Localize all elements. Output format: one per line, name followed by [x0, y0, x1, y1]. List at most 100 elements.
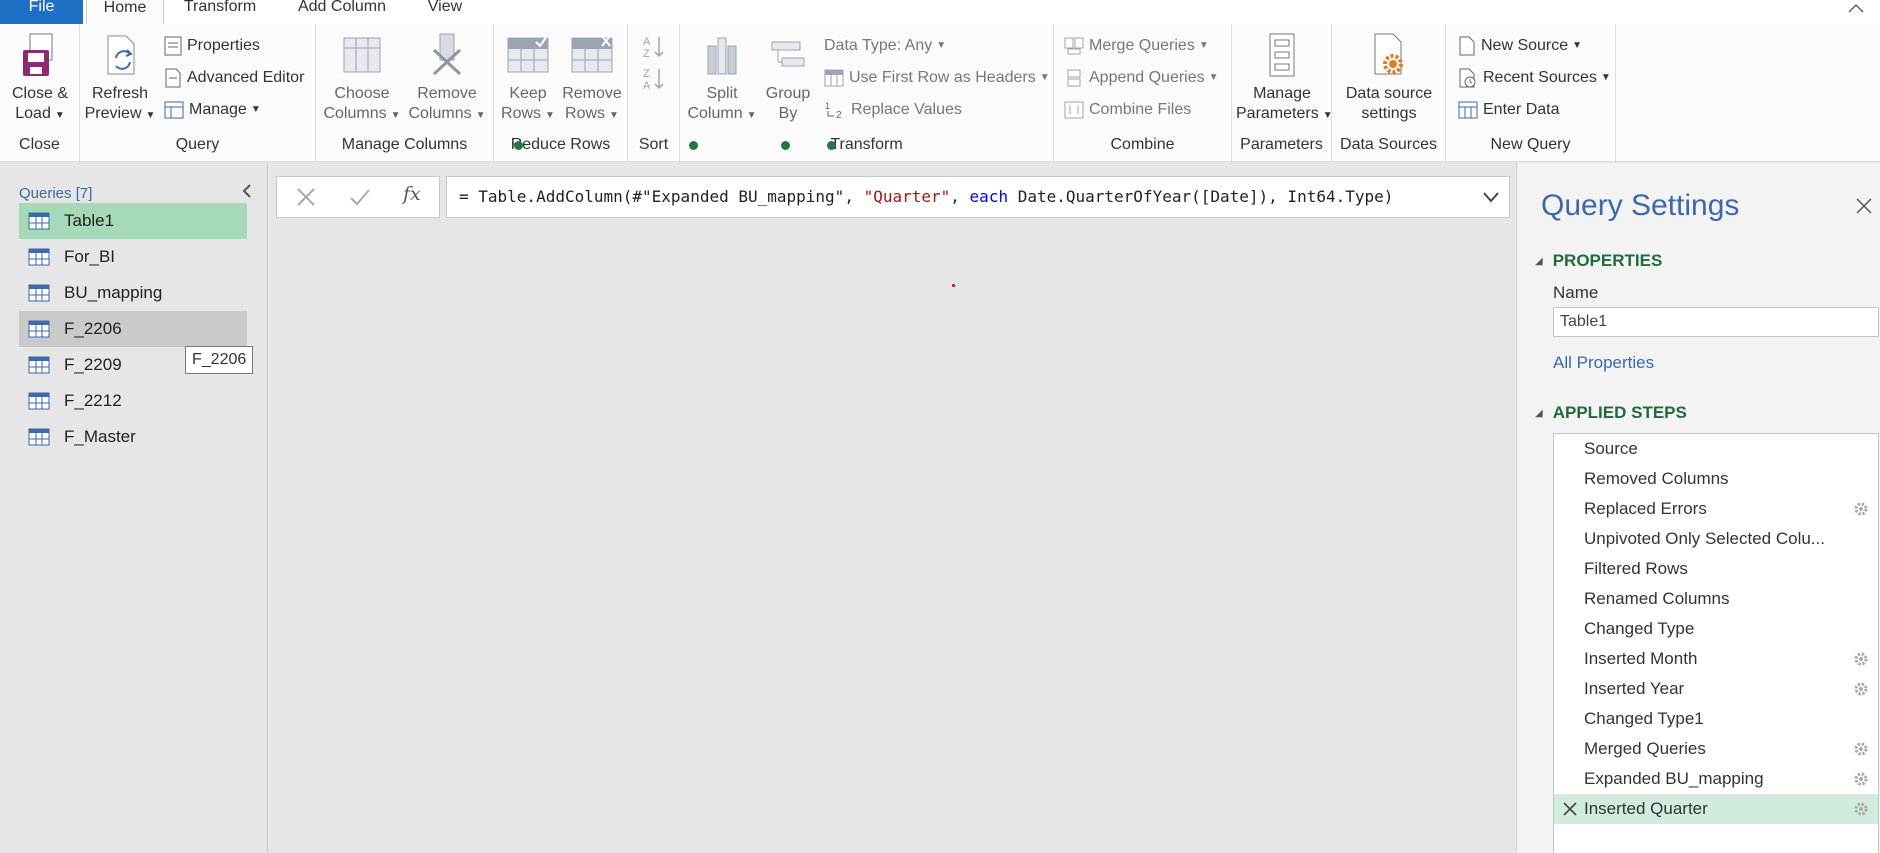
applied-step[interactable]: Source [1554, 434, 1878, 464]
query-item-label: F_2212 [64, 391, 122, 410]
all-properties-link[interactable]: All Properties [1553, 353, 1654, 373]
close-icon[interactable] [1855, 197, 1873, 215]
append-queries-button[interactable]: Append Queries ▼ [1064, 66, 1219, 90]
new-source-button[interactable]: New Source ▼ [1458, 34, 1582, 58]
group-label-combine: Combine [1110, 136, 1175, 153]
applied-step[interactable]: Changed Type1 [1554, 704, 1878, 734]
applied-step[interactable]: Unpivoted Only Selected Colu... [1554, 524, 1878, 554]
query-item[interactable]: F_2212 [19, 383, 247, 419]
data-source-settings-label-1: Data source [1345, 85, 1433, 102]
recent-sources-button[interactable]: Recent Sources ▼ [1458, 66, 1611, 90]
query-item[interactable]: For_BI [19, 239, 247, 275]
group-label-parameters: Parameters [1240, 136, 1323, 153]
combine-files-icon [1064, 101, 1084, 119]
applied-steps-heading[interactable]: ◢ APPLIED STEPS [1535, 403, 1687, 423]
cancel-formula-icon[interactable] [293, 184, 319, 210]
applied-step[interactable]: Removed Columns [1554, 464, 1878, 494]
group-by-label-2: By [778, 105, 798, 122]
remove-rows-button[interactable]: Remove Rows ▼ [560, 32, 624, 126]
group-transform: Split Column ▼ Group By Data Type: Any ▼ U… [680, 24, 1054, 162]
enter-data-button[interactable]: Enter Data [1458, 98, 1559, 122]
table-icon [28, 428, 50, 446]
query-item[interactable]: Table1 [19, 203, 247, 239]
query-item[interactable]: BU_mapping [19, 275, 247, 311]
close-load-label-1: Close & [11, 85, 69, 102]
manage-parameters-button[interactable]: Manage Parameters ▼ [1236, 32, 1333, 126]
queries-pane: Queries [7] Table1 For_BI BU_mapping F_2… [0, 163, 268, 853]
sort-descending-icon[interactable]: Z A [642, 66, 666, 92]
applied-step[interactable]: Inserted Year [1554, 674, 1878, 704]
delete-step-icon[interactable] [1562, 801, 1578, 817]
tab-view[interactable]: View [420, 0, 470, 24]
applied-step[interactable]: Filtered Rows [1554, 554, 1878, 584]
applied-step[interactable]: Changed Type [1554, 614, 1878, 644]
gear-icon[interactable] [1852, 770, 1870, 788]
applied-step[interactable]: Expanded BU_mapping [1554, 764, 1878, 794]
manage-button[interactable]: Manage ▼ [164, 98, 261, 122]
formula-string: "Quarter" [863, 187, 951, 206]
gear-icon[interactable] [1852, 800, 1870, 818]
choose-columns-button[interactable]: Choose Columns ▼ [322, 32, 402, 126]
keep-rows-button[interactable]: Keep Rows ▼ [500, 32, 556, 126]
change-indicator-dot [689, 141, 698, 150]
query-name-field[interactable] [1553, 307, 1879, 337]
close-load-label-2: Load [15, 105, 51, 122]
applied-step[interactable]: Replaced Errors [1554, 494, 1878, 524]
group-by-button[interactable]: Group By [760, 32, 816, 124]
applied-step[interactable]: Inserted Month [1554, 644, 1878, 674]
tab-transform[interactable]: Transform [180, 0, 260, 24]
remove-columns-icon [432, 33, 462, 76]
data-type-label: Data Type: Any [824, 37, 933, 54]
advanced-editor-button[interactable]: Advanced Editor [164, 66, 304, 90]
sort-ascending-icon[interactable]: A Z [642, 34, 666, 60]
gear-icon[interactable] [1852, 650, 1870, 668]
properties-heading[interactable]: ◢ PROPERTIES [1535, 251, 1662, 271]
gear-icon[interactable] [1852, 680, 1870, 698]
gear-icon[interactable] [1852, 500, 1870, 518]
applied-step[interactable]: Merged Queries [1554, 734, 1878, 764]
properties-button[interactable]: Properties [164, 34, 260, 58]
use-first-row-headers-button[interactable]: Use First Row as Headers ▼ [824, 66, 1050, 90]
use-first-row-icon [824, 69, 844, 87]
tab-add-column[interactable]: Add Column [290, 0, 394, 24]
applied-step[interactable]: Renamed Columns [1554, 584, 1878, 614]
tab-file[interactable]: File [0, 0, 83, 24]
data-source-settings-button[interactable]: Data source settings [1336, 32, 1442, 124]
refresh-preview-button[interactable]: Refresh Preview ▼ [84, 32, 156, 126]
keep-rows-label-2: Rows [501, 105, 542, 122]
collapse-ribbon-icon[interactable] [1846, 0, 1866, 16]
group-by-icon [771, 41, 805, 67]
query-item-label: F_Master [64, 427, 136, 446]
tab-home[interactable]: Home [86, 0, 164, 24]
formula-input[interactable]: = Table.AddColumn(#"Expanded BU_mapping"… [446, 176, 1510, 218]
close-load-button[interactable]: Close & Load ▼ [6, 32, 74, 126]
settings-title: Query Settings [1541, 189, 1740, 222]
advanced-editor-icon [165, 68, 181, 88]
keep-rows-label-1: Keep [509, 85, 547, 102]
commit-formula-icon[interactable] [347, 184, 373, 210]
combine-files-button[interactable]: Combine Files [1064, 98, 1191, 122]
fx-icon[interactable]: fx [403, 183, 421, 205]
dropdown-caret-icon: ▼ [1600, 72, 1611, 83]
remove-columns-button[interactable]: Remove Columns ▼ [406, 32, 488, 126]
append-queries-label: Append Queries [1089, 69, 1205, 86]
split-column-button[interactable]: Split Column ▼ [686, 32, 758, 126]
gear-icon[interactable] [1852, 740, 1870, 758]
collapse-pane-icon[interactable] [240, 183, 254, 199]
query-item-label: For_BI [64, 247, 116, 266]
manage-parameters-icon [1269, 33, 1295, 77]
table-icon [28, 356, 50, 374]
replace-values-button[interactable]: 12 Replace Values [824, 98, 962, 122]
query-item[interactable]: F_2206 [19, 311, 247, 347]
applied-step[interactable]: Inserted Quarter [1554, 794, 1878, 824]
applied-step-label: Removed Columns [1584, 469, 1729, 488]
advanced-editor-label: Advanced Editor [187, 69, 305, 86]
combine-files-label: Combine Files [1089, 101, 1192, 118]
data-type-dropdown[interactable]: Data Type: Any ▼ [824, 34, 946, 58]
svg-text:2: 2 [836, 110, 842, 120]
query-item[interactable]: F_Master [19, 419, 247, 455]
manage-label: Manage [189, 101, 247, 118]
dropdown-caret-icon: ▼ [390, 110, 401, 121]
merge-queries-button[interactable]: Merge Queries ▼ [1064, 34, 1209, 58]
chevron-down-icon[interactable] [1481, 189, 1501, 205]
